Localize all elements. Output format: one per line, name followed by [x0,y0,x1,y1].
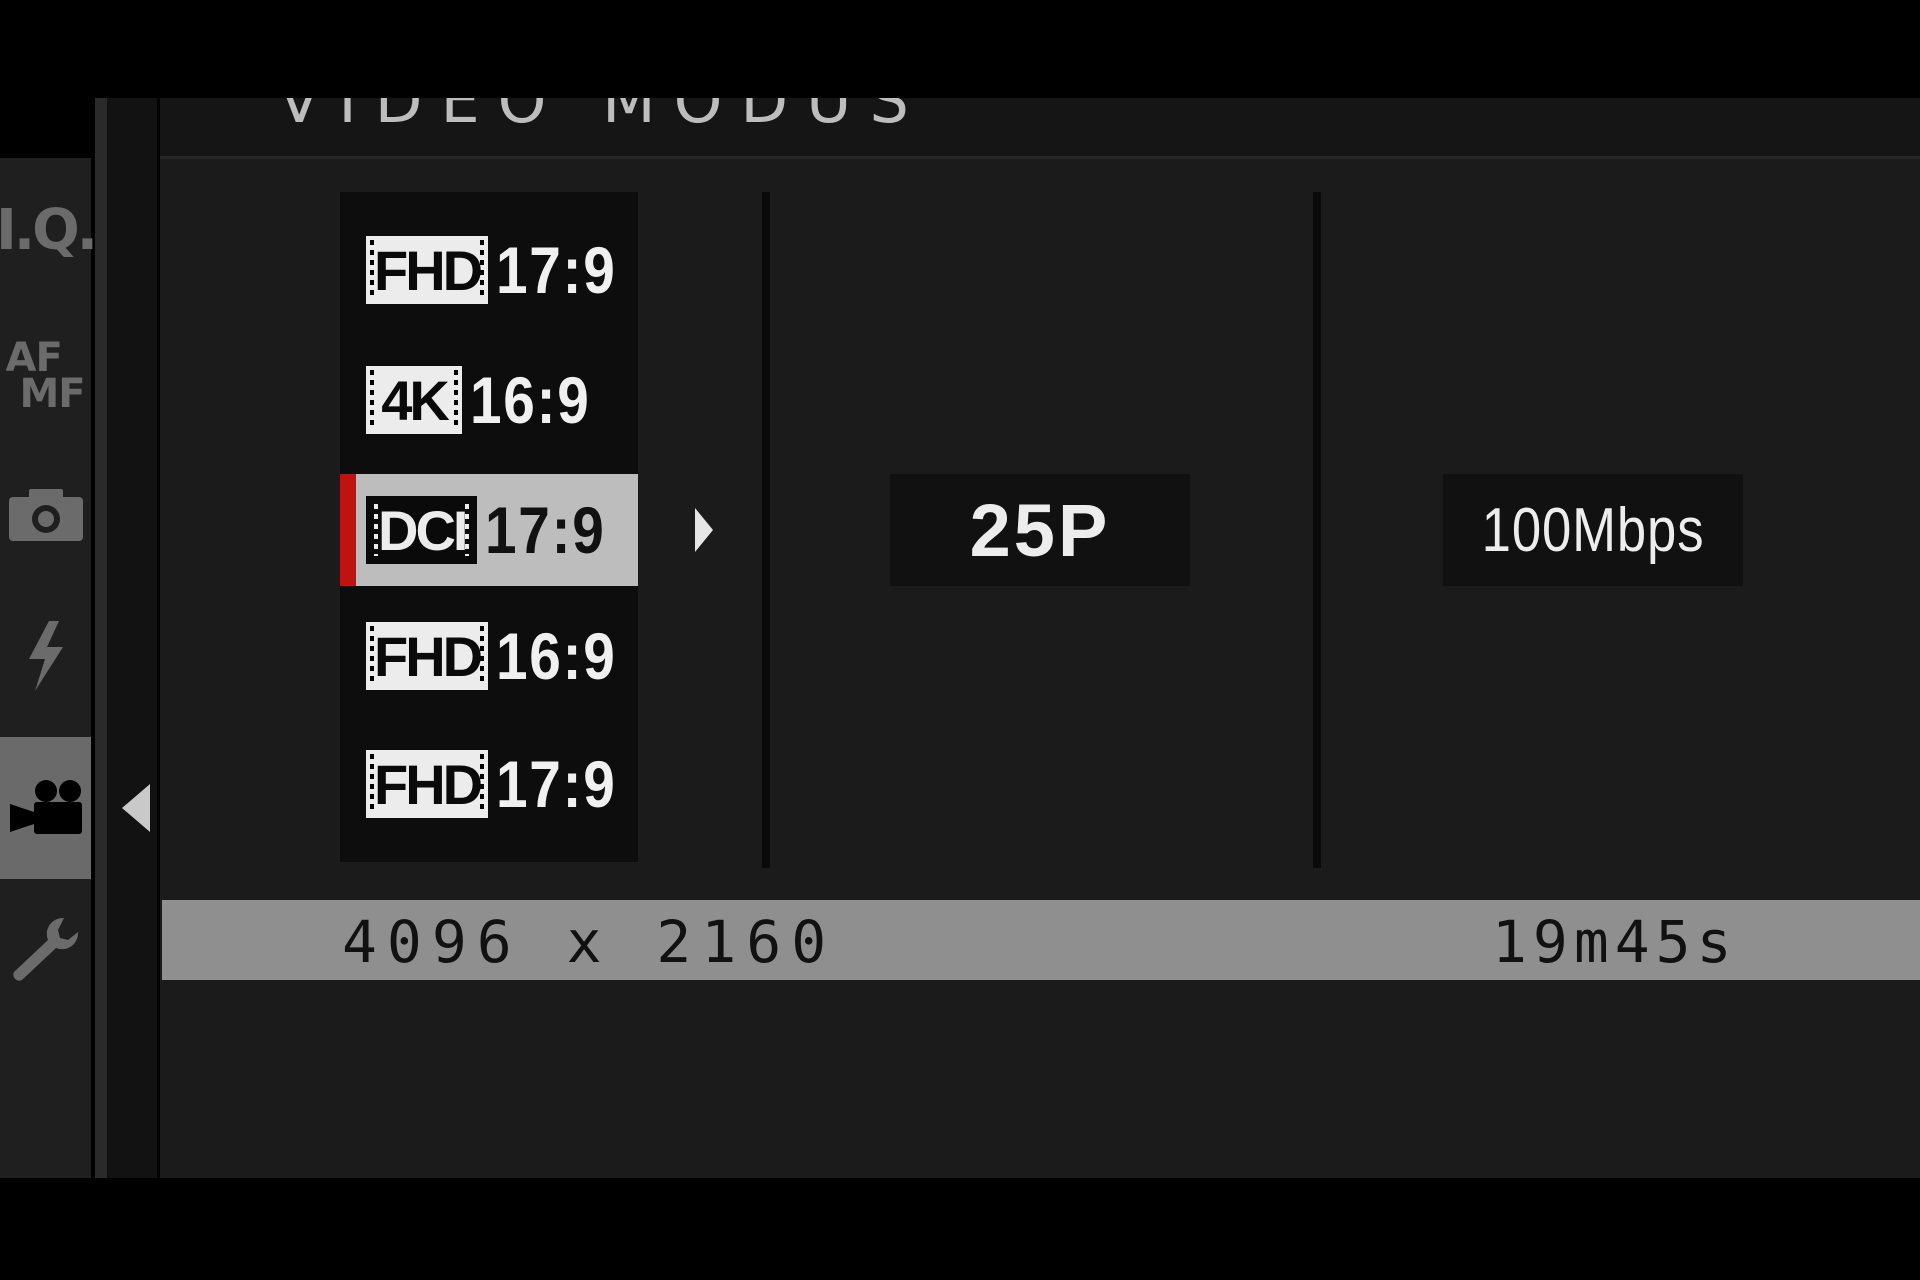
info-bar: 4096 x 2160 19m45s [162,900,1920,980]
next-column-arrow-icon[interactable] [695,508,713,552]
menu-title: VIDEO MODUS [278,98,927,137]
back-arrow-icon[interactable] [122,784,150,832]
remaining-time-readout: 19m45s [1492,908,1738,976]
camera-menu-screen: VIDEO MODUS I.Q. AF MF FHD 17:9 4K 16:9 … [0,0,1920,1280]
mf-label: MF [19,371,86,417]
fhd-badge-icon: FHD [366,622,489,690]
bitrate-text: 100Mbps [1481,495,1705,565]
mode-ratio: 17:9 [496,233,617,307]
title-strip: VIDEO MODUS [160,98,1920,158]
rail-separator [95,98,157,1178]
frame-rate-value[interactable]: 25P [890,474,1190,586]
dci-badge-icon: DCI [366,496,478,564]
column-separator [1313,192,1321,868]
image-quality-icon: I.Q. [0,197,98,263]
video-mode-list: FHD 17:9 4K 16:9 DCI 17:9 FHD 16:9 FHD 1… [340,192,638,862]
rail-separator-edge [95,98,107,1178]
mode-item-fhd-17-9-b[interactable]: FHD 17:9 [340,728,638,840]
mode-item-4k-16-9[interactable]: 4K 16:9 [340,344,638,456]
fhd-badge-icon: FHD [366,236,489,304]
mode-ratio: 16:9 [496,619,617,693]
flash-icon [28,621,63,691]
mode-ratio: 17:9 [496,747,617,821]
mode-ratio: 17:9 [485,493,606,567]
camera-icon [8,489,83,541]
sidebar-item-setup[interactable] [0,879,91,1021]
sidebar-item-shooting[interactable] [0,443,91,585]
wrench-icon [12,917,78,981]
mode-ratio: 16:9 [470,363,591,437]
bitrate-value[interactable]: 100Mbps [1443,474,1743,586]
selection-marker [340,474,356,586]
title-divider [160,156,1920,159]
mode-item-fhd-17-9[interactable]: FHD 17:9 [340,214,638,326]
column-separator [762,192,770,868]
mode-item-fhd-16-9[interactable]: FHD 16:9 [340,600,638,712]
4k-badge-icon: 4K [366,366,462,434]
bottom-border [0,1178,1920,1280]
movie-camera-icon [9,780,82,834]
resolution-readout: 4096 x 2160 [342,908,837,976]
fhd-badge-icon: FHD [366,750,489,818]
sidebar-item-movie[interactable] [0,737,91,879]
sidebar-item-af-mf[interactable]: AF MF [0,301,91,443]
category-sidebar: I.Q. AF MF [0,158,98,1178]
mode-item-dci-17-9[interactable]: DCI 17:9 [340,474,638,586]
sidebar-item-image-quality[interactable]: I.Q. [0,159,98,301]
sidebar-item-flash[interactable] [0,585,91,727]
af-mf-icon: AF MF [2,329,90,417]
